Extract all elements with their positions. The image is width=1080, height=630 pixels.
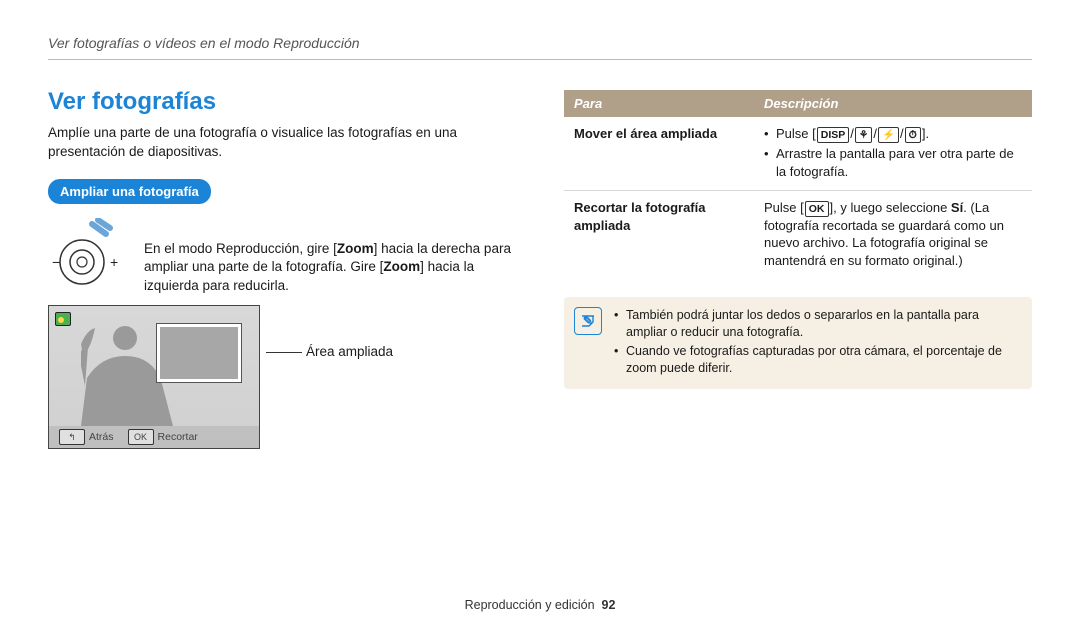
subsection-pill-ampliar: Ampliar una fotografía xyxy=(48,179,211,205)
camera-screen-illustration: ↰Atrás OKRecortar xyxy=(48,305,260,449)
svg-text:+: + xyxy=(110,254,118,270)
screen-ok-button: OKRecortar xyxy=(128,429,198,445)
note-item: También podrá juntar los dedos o separar… xyxy=(614,307,1018,341)
enlarged-area-label: Área ampliada xyxy=(278,305,393,361)
right-column: Para Descripción Mover el área ampliada … xyxy=(564,86,1032,449)
table-row: Recortar la fotografía ampliada Pulse [O… xyxy=(564,191,1032,278)
ok-key-icon: OK xyxy=(805,201,829,217)
section-intro: Amplíe una parte de una fotografía o vis… xyxy=(48,124,516,160)
note-info-icon: ✎ xyxy=(574,307,602,335)
left-column: Ver fotografías Amplíe una parte de una … xyxy=(48,86,516,449)
actions-table: Para Descripción Mover el área ampliada … xyxy=(564,90,1032,277)
photo-type-icon xyxy=(55,312,71,326)
page-header: Ver fotografías o vídeos en el modo Repr… xyxy=(48,34,1032,60)
flash-icon: ⚡ xyxy=(878,127,899,143)
note-item: Cuando ve fotografías capturadas por otr… xyxy=(614,343,1018,377)
row-recortar-label: Recortar la fotografía ampliada xyxy=(564,191,754,278)
row-recortar-desc: Pulse [OK], y luego seleccione Sí. (La f… xyxy=(754,191,1032,278)
section-title: Ver fotografías xyxy=(48,86,516,118)
back-key-icon: ↰ xyxy=(59,429,85,445)
macro-icon: ⚘ xyxy=(855,127,872,143)
row-mover-desc: Pulse [DISP/⚘/⚡/⏱]. Arrastre la pantalla… xyxy=(754,117,1032,190)
zoom-lever-illustration: − + xyxy=(48,218,126,288)
svg-text:−: − xyxy=(52,254,60,270)
disp-key-icon: DISP xyxy=(817,127,850,143)
row-mover-label: Mover el área ampliada xyxy=(564,117,754,190)
zoom-inset-rectangle xyxy=(157,324,241,382)
note-box: ✎ También podrá juntar los dedos o separ… xyxy=(564,297,1032,389)
timer-icon: ⏱ xyxy=(905,127,921,143)
table-row: Mover el área ampliada Pulse [DISP/⚘/⚡/⏱… xyxy=(564,117,1032,190)
table-header-descripcion: Descripción xyxy=(754,90,1032,118)
screen-back-button: ↰Atrás xyxy=(59,429,114,445)
page-footer: Reproducción y edición 92 xyxy=(0,597,1080,614)
zoom-instruction-text: En el modo Reproducción, gire [Zoom] hac… xyxy=(144,218,516,295)
ok-key-icon: OK xyxy=(128,429,154,445)
table-header-para: Para xyxy=(564,90,754,118)
